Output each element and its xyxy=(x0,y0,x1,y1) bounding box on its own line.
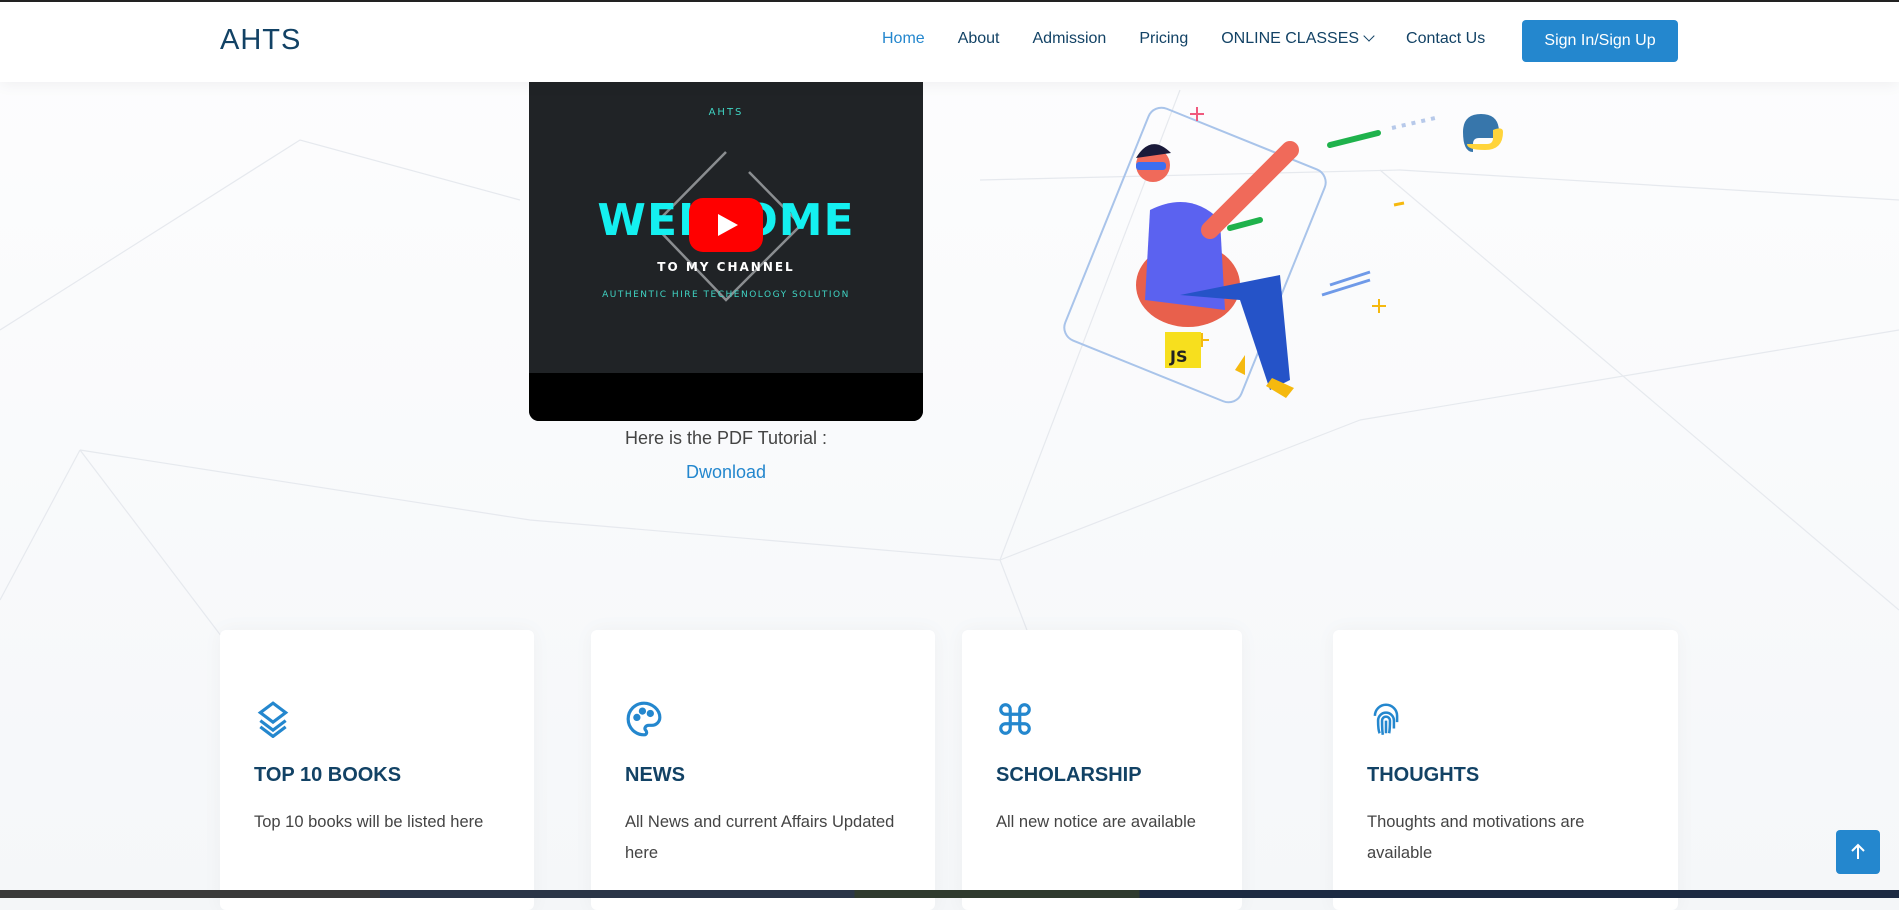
site-logo[interactable]: AHTS xyxy=(220,24,301,57)
nav-about[interactable]: About xyxy=(958,30,1000,48)
chevron-down-icon xyxy=(1363,30,1375,42)
python-logo-icon xyxy=(1463,114,1503,152)
download-link[interactable]: Dwonload xyxy=(529,462,923,483)
fingerprint-icon xyxy=(1373,703,1399,736)
youtube-video-embed[interactable]: AHTS WELCOME TO MY CHANNEL AUTHENTIC HIR… xyxy=(529,60,923,421)
sign-in-button[interactable]: Sign In/Sign Up xyxy=(1522,20,1678,62)
nav-pricing[interactable]: Pricing xyxy=(1139,30,1188,48)
main-nav: Home About Admission Pricing ONLINE CLAS… xyxy=(882,30,1518,48)
video-subtitle: TO MY CHANNEL xyxy=(657,260,795,274)
nav-home[interactable]: Home xyxy=(882,30,925,48)
video-controls-bar xyxy=(529,373,923,421)
palette-icon xyxy=(626,701,662,737)
card-title: TOP 10 BOOKS xyxy=(254,764,402,786)
nav-online-classes-label: ONLINE CLASSES xyxy=(1221,30,1360,47)
pdf-tutorial-text: Here is the PDF Tutorial : xyxy=(624,428,828,448)
js-badge-text: JS xyxy=(1169,347,1187,366)
window-top-border xyxy=(0,0,1899,2)
feature-card-news[interactable]: NEWS All News and current Affairs Update… xyxy=(591,630,935,910)
back-to-top-button[interactable] xyxy=(1836,830,1880,874)
feature-card-scholarship[interactable]: SCHOLARSHIP All new notice are available xyxy=(962,630,1242,910)
video-tagline: AUTHENTIC HIRE TECHENOLOGY SOLUTION xyxy=(602,290,850,300)
layers-icon xyxy=(257,701,289,739)
card-title: SCHOLARSHIP xyxy=(996,764,1142,786)
bottom-section-edge xyxy=(0,890,1899,898)
feature-card-thoughts[interactable]: THOUGHTS Thoughts and motivations are av… xyxy=(1333,630,1678,910)
card-title: THOUGHTS xyxy=(1367,764,1480,786)
site-header: AHTS Home About Admission Pricing ONLINE… xyxy=(0,2,1899,82)
play-button[interactable] xyxy=(689,198,763,252)
card-text: Thoughts and motivations are available xyxy=(1367,813,1585,862)
command-icon xyxy=(999,703,1031,735)
hero-illustration: JS xyxy=(1063,106,1503,404)
feature-card-books[interactable]: TOP 10 BOOKS Top 10 books will be listed… xyxy=(220,630,534,910)
nav-admission[interactable]: Admission xyxy=(1033,30,1107,48)
nav-online-classes[interactable]: ONLINE CLASSES xyxy=(1221,30,1375,48)
nav-contact[interactable]: Contact Us xyxy=(1406,30,1485,48)
card-text: All new notice are available xyxy=(996,813,1196,831)
card-text: All News and current Affairs Updated her… xyxy=(625,813,895,862)
card-title: NEWS xyxy=(625,764,685,786)
card-text: Top 10 books will be listed here xyxy=(254,813,484,831)
arrow-up-icon xyxy=(1851,843,1865,859)
